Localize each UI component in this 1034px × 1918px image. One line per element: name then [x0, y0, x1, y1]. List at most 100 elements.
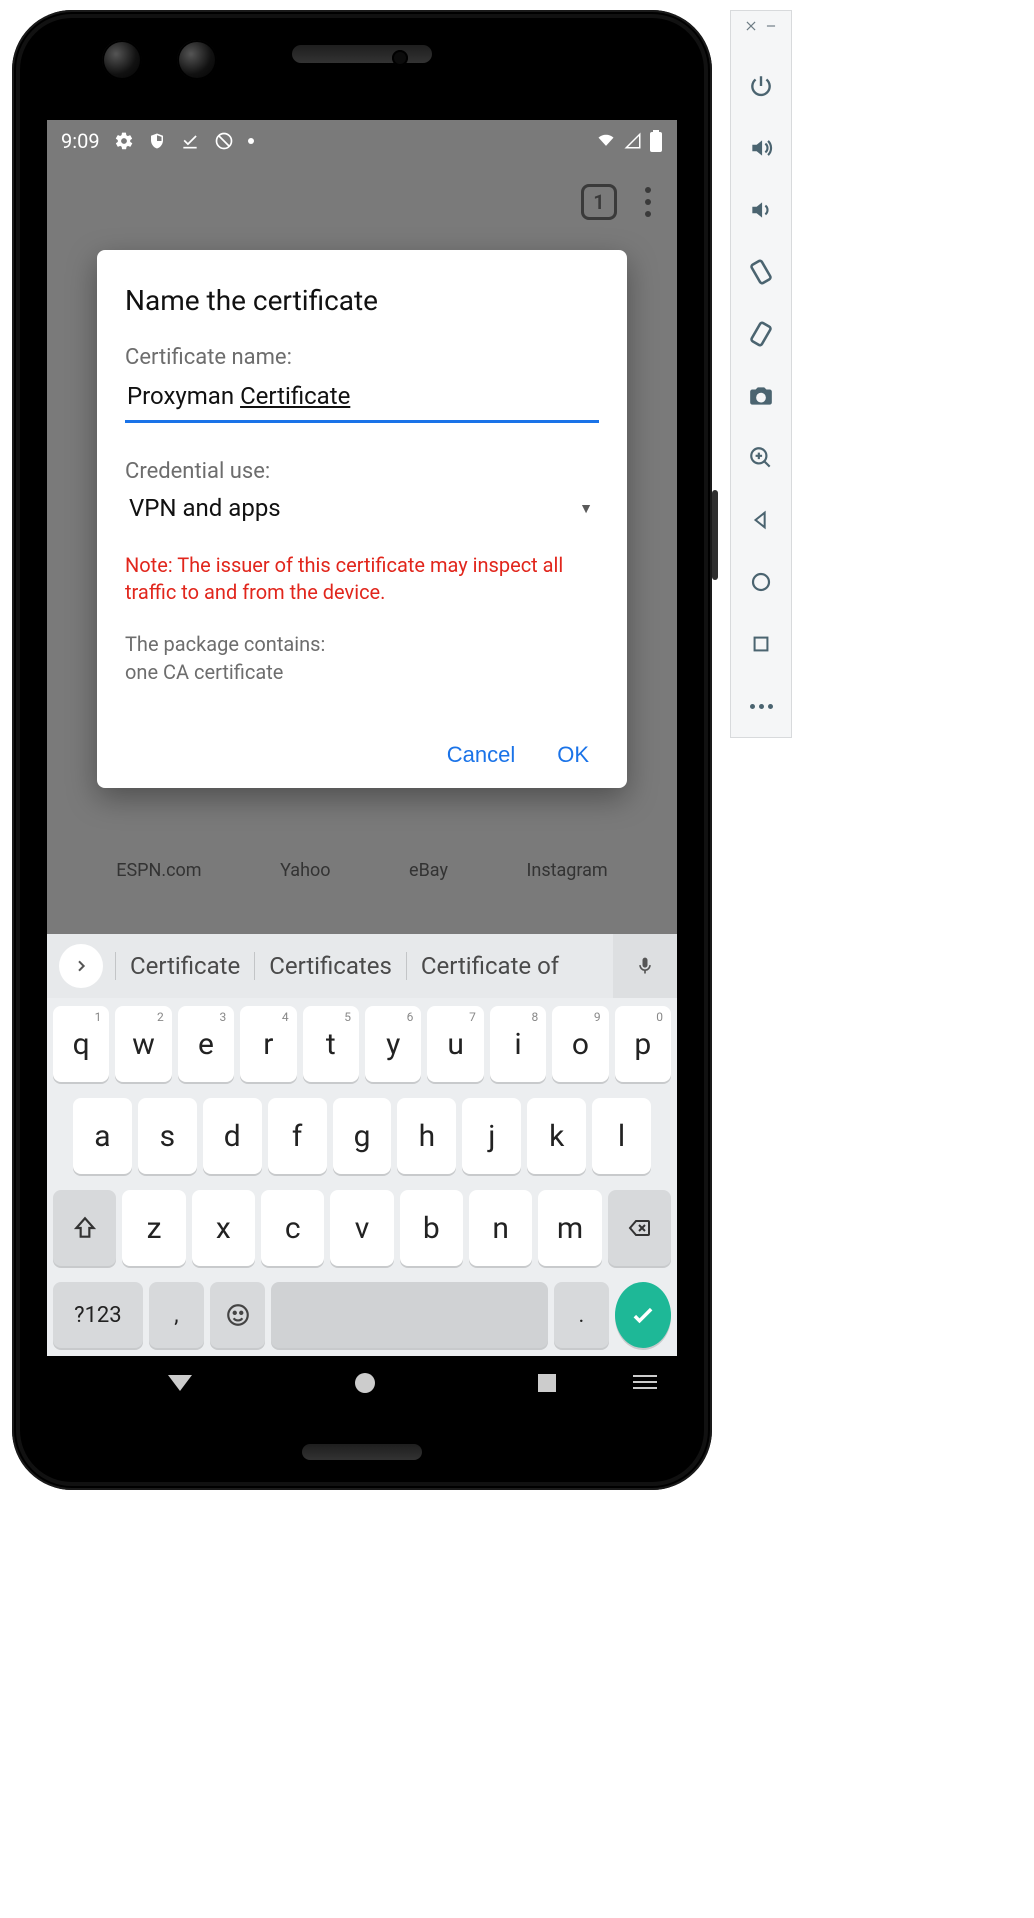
certificate-name-input[interactable]: Proxyman Certificate [125, 376, 599, 423]
expand-suggestions-button[interactable] [59, 944, 103, 988]
key-f[interactable]: f [268, 1098, 327, 1174]
dropdown-caret-icon: ▼ [579, 500, 593, 517]
emulator-more-button[interactable] [744, 689, 778, 723]
emulator-minimize-button[interactable] [761, 17, 781, 35]
key-j[interactable]: j [462, 1098, 521, 1174]
emulator-close-button[interactable] [741, 17, 761, 35]
certificate-warning-text: Note: The issuer of this certificate may… [125, 552, 599, 606]
dialog-title: Name the certificate [125, 284, 599, 317]
emoji-key[interactable] [210, 1282, 265, 1348]
shield-icon [148, 131, 166, 151]
emulator-rotate-right-button[interactable] [744, 317, 778, 351]
emulator-volume-down-button[interactable] [744, 193, 778, 227]
suggestion-item[interactable]: Certificates [254, 952, 406, 980]
earpiece-speaker [292, 45, 432, 63]
status-bar: 9:09 [47, 120, 677, 162]
hardware-power-button [712, 490, 718, 580]
credential-use-label: Credential use: [125, 459, 599, 484]
notification-dot-icon [248, 138, 254, 144]
emulator-power-button[interactable] [744, 69, 778, 103]
key-y[interactable]: y6 [365, 1006, 421, 1082]
nav-home-button[interactable] [355, 1373, 375, 1393]
phone-screen: 9:09 [47, 120, 677, 1410]
credential-use-value: VPN and apps [129, 494, 281, 522]
tab-switcher-button[interactable]: 1 [581, 184, 617, 220]
key-h[interactable]: h [397, 1098, 456, 1174]
package-contents-text: The package contains: one CA certificate [125, 630, 599, 686]
spacebar-key[interactable] [271, 1282, 547, 1348]
key-a[interactable]: a [73, 1098, 132, 1174]
key-o[interactable]: o9 [552, 1006, 608, 1082]
period-key[interactable]: . [554, 1282, 609, 1348]
suggestion-bar: Certificate Certificates Certificate of [47, 934, 677, 998]
backspace-key[interactable] [608, 1190, 671, 1266]
certificate-name-label: Certificate name: [125, 345, 599, 370]
voice-input-button[interactable] [613, 934, 677, 998]
soft-keyboard: Certificate Certificates Certificate of … [47, 934, 677, 1356]
key-c[interactable]: c [261, 1190, 324, 1266]
nav-keyboard-switch-button[interactable] [633, 1375, 657, 1391]
nav-overview-button[interactable] [538, 1374, 556, 1392]
key-m[interactable]: m [538, 1190, 601, 1266]
browser-toolbar: 1 [47, 162, 677, 242]
symbols-key[interactable]: ?123 [53, 1282, 143, 1348]
comma-key[interactable]: , [149, 1282, 204, 1348]
emulator-zoom-button[interactable] [744, 441, 778, 475]
key-q[interactable]: q1 [53, 1006, 109, 1082]
key-k[interactable]: k [527, 1098, 586, 1174]
cancel-button[interactable]: Cancel [447, 742, 515, 768]
front-camera-icon [102, 40, 142, 80]
key-w[interactable]: w2 [115, 1006, 171, 1082]
emulator-rotate-left-button[interactable] [744, 255, 778, 289]
nav-back-button[interactable] [168, 1375, 192, 1391]
phone-top-bezel [12, 10, 712, 100]
download-done-icon [180, 131, 200, 151]
shortcut-item[interactable]: eBay [409, 860, 448, 881]
battery-icon [649, 130, 663, 152]
emulator-screenshot-button[interactable] [744, 379, 778, 413]
front-camera-icon [177, 40, 217, 80]
emulator-home-button[interactable] [744, 565, 778, 599]
shortcut-item[interactable]: Instagram [526, 860, 607, 881]
key-g[interactable]: g [333, 1098, 392, 1174]
sensor-icon [392, 50, 408, 66]
key-b[interactable]: b [400, 1190, 463, 1266]
android-navigation-bar [47, 1356, 677, 1410]
emulator-volume-up-button[interactable] [744, 131, 778, 165]
emulator-overview-button[interactable] [744, 627, 778, 661]
shift-key[interactable] [53, 1190, 116, 1266]
key-i[interactable]: i8 [490, 1006, 546, 1082]
bottom-speaker [302, 1444, 422, 1460]
key-l[interactable]: l [592, 1098, 651, 1174]
key-p[interactable]: p0 [615, 1006, 671, 1082]
suggestion-item[interactable]: Certificate of [406, 952, 573, 980]
emulator-toolbar [730, 10, 792, 738]
status-time: 9:09 [61, 129, 100, 153]
key-n[interactable]: n [469, 1190, 532, 1266]
name-certificate-dialog: Name the certificate Certificate name: P… [97, 250, 627, 788]
browser-overflow-menu-button[interactable] [645, 187, 651, 217]
wifi-icon [595, 132, 617, 150]
key-e[interactable]: e3 [178, 1006, 234, 1082]
homepage-shortcuts: ESPN.com Yahoo eBay Instagram [47, 860, 677, 881]
key-s[interactable]: s [138, 1098, 197, 1174]
phone-frame: 9:09 [12, 10, 712, 1490]
key-r[interactable]: r4 [240, 1006, 296, 1082]
emulator-back-button[interactable] [744, 503, 778, 537]
shortcut-item[interactable]: ESPN.com [116, 860, 201, 881]
key-t[interactable]: t5 [303, 1006, 359, 1082]
ok-button[interactable]: OK [557, 742, 589, 768]
suggestion-item[interactable]: Certificate [115, 952, 254, 980]
credential-use-select[interactable]: VPN and apps ▼ [125, 490, 599, 526]
settings-icon [114, 131, 134, 151]
cell-signal-icon [623, 132, 643, 150]
key-x[interactable]: x [192, 1190, 255, 1266]
enter-key[interactable] [615, 1282, 671, 1348]
key-d[interactable]: d [203, 1098, 262, 1174]
no-sync-icon [214, 131, 234, 151]
shortcut-item[interactable]: Yahoo [280, 860, 330, 881]
key-u[interactable]: u7 [427, 1006, 483, 1082]
key-z[interactable]: z [122, 1190, 185, 1266]
key-v[interactable]: v [330, 1190, 393, 1266]
phone-bottom-bezel [12, 1410, 712, 1490]
